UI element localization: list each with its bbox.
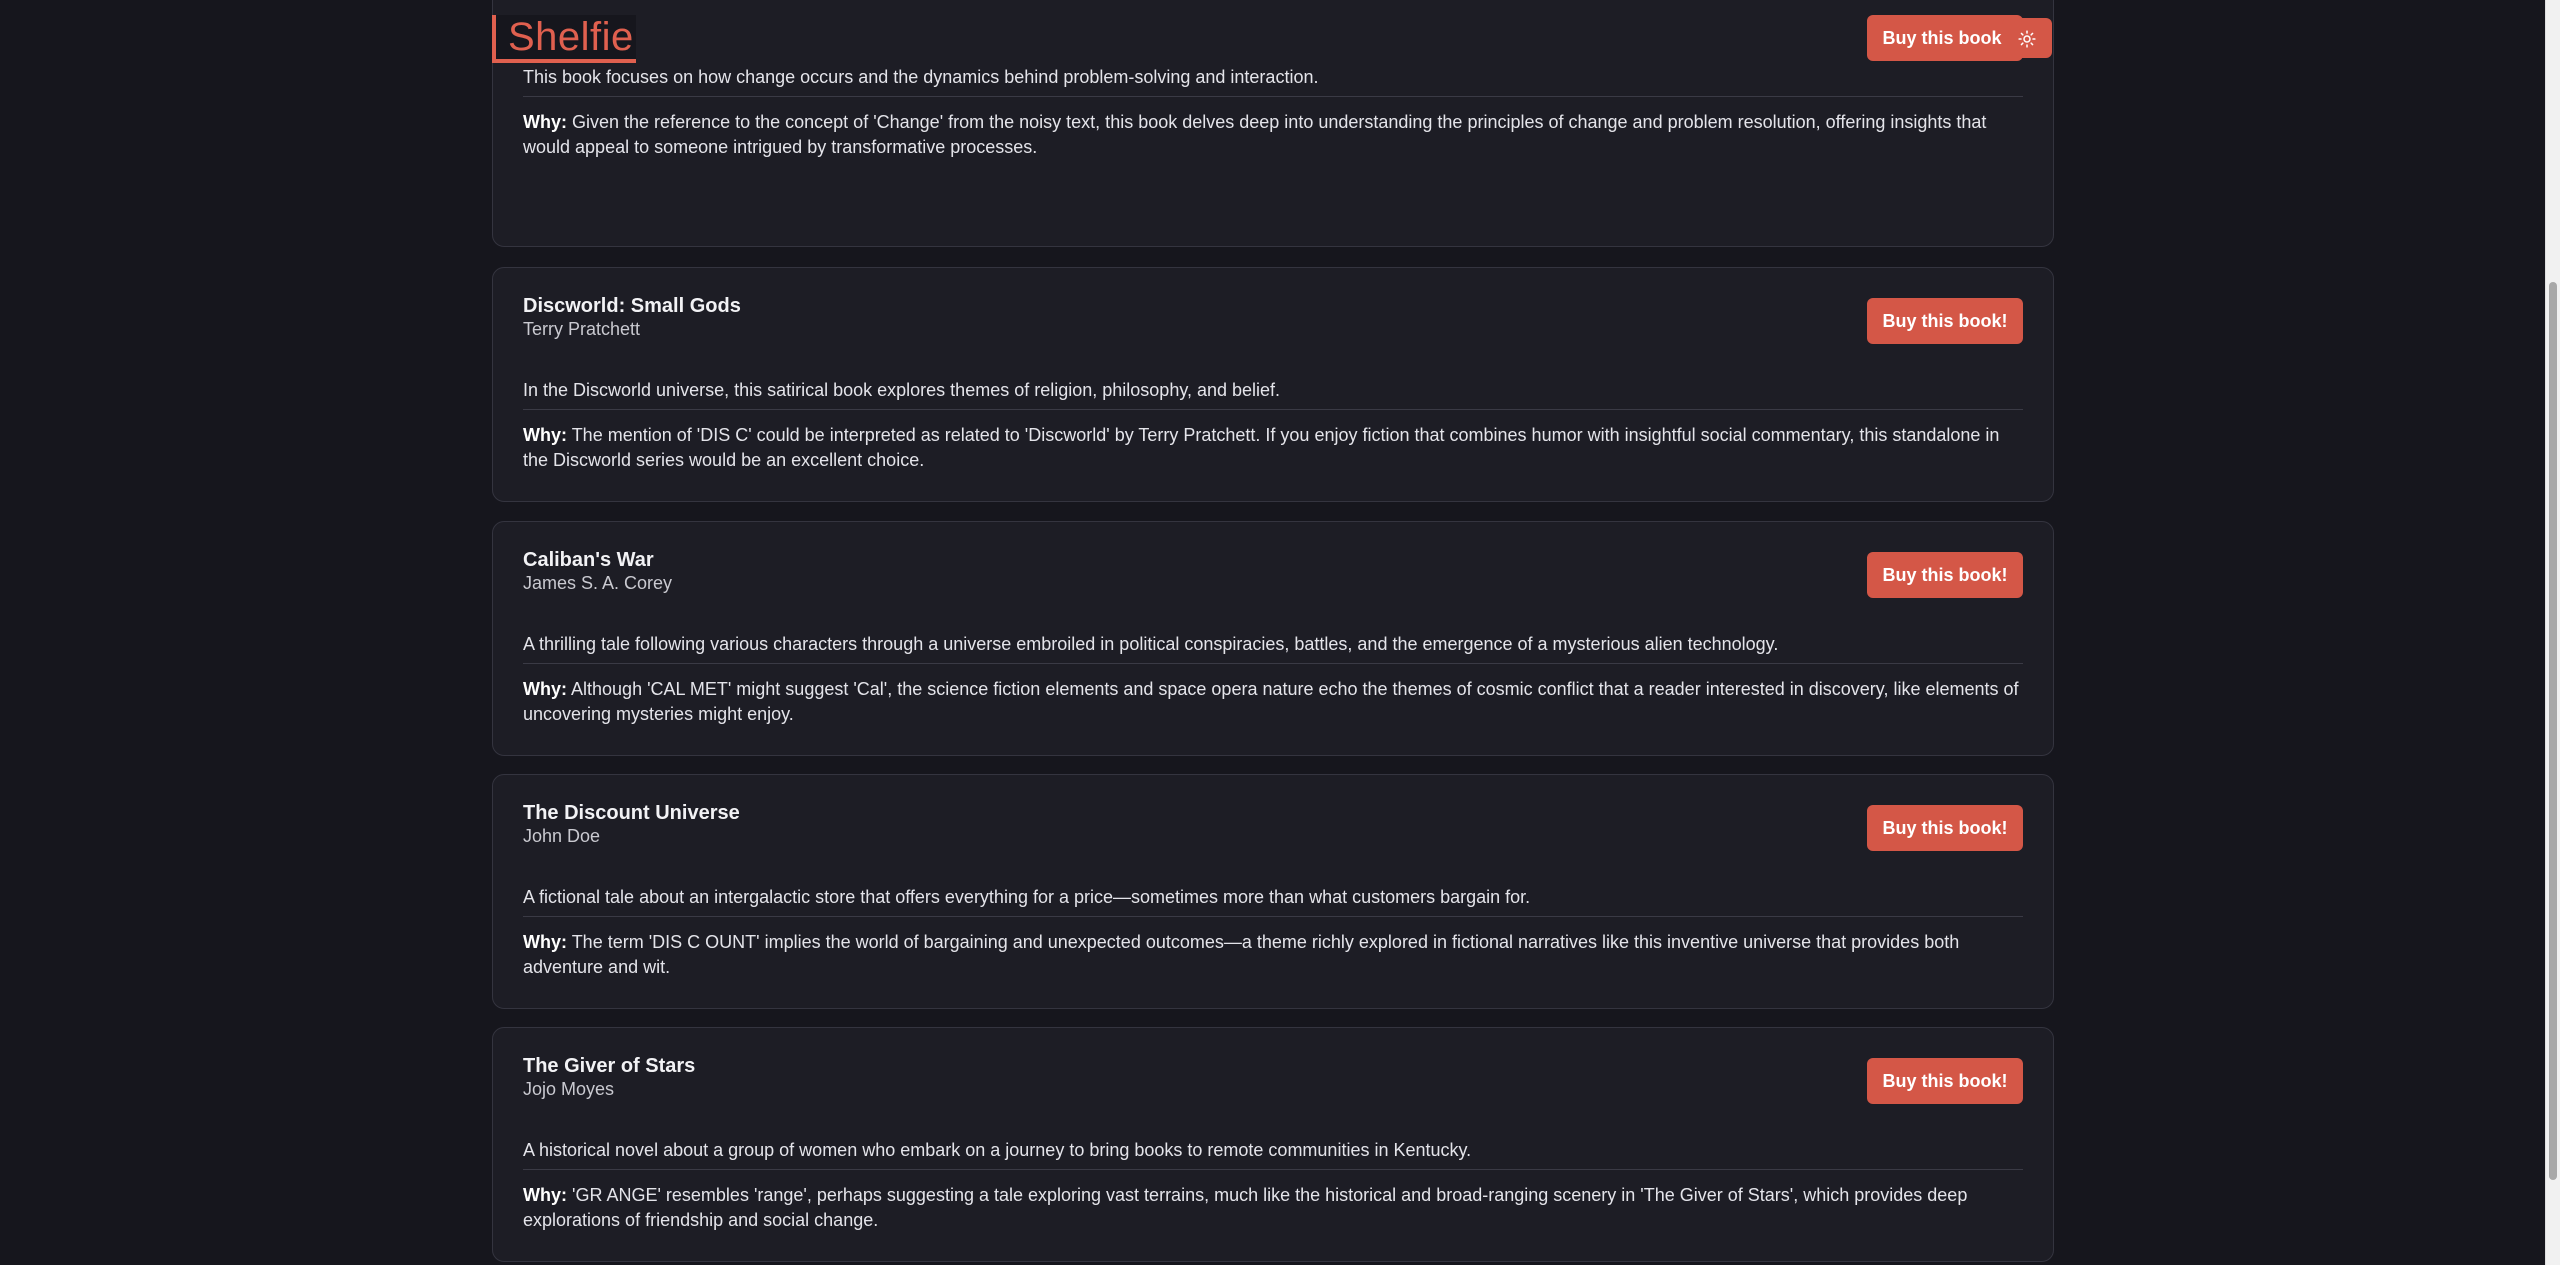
page: Shelfie Buy this book! This book focuses…: [0, 0, 2560, 1265]
book-card: The Discount Universe John Doe Buy this …: [492, 774, 2054, 1009]
divider: [523, 409, 2023, 410]
book-why: Why: Given the reference to the concept …: [523, 110, 2023, 160]
scrollbar[interactable]: [2545, 0, 2560, 1265]
book-title: Discworld: Small Gods: [523, 295, 741, 317]
why-label: Why:: [523, 932, 567, 952]
logo[interactable]: Shelfie: [492, 15, 636, 63]
why-text: 'GR ANGE' resembles 'range', perhaps sug…: [523, 1185, 1968, 1230]
why-text: The mention of 'DIS C' could be interpre…: [523, 425, 2000, 470]
book-card: Caliban's War James S. A. Corey Buy this…: [492, 521, 2054, 756]
scrollbar-thumb[interactable]: [2549, 282, 2557, 1180]
book-author: John Doe: [523, 826, 601, 846]
book-description: A thrilling tale following various chara…: [523, 634, 1779, 654]
buy-book-button[interactable]: Buy this book!: [1867, 552, 2023, 598]
buy-book-button[interactable]: Buy this book!: [1867, 805, 2023, 851]
book-description: In the Discworld universe, this satirica…: [523, 380, 1281, 400]
book-header: The Giver of Stars Jojo Moyes: [523, 1054, 695, 1100]
book-card: The Giver of Stars Jojo Moyes Buy this b…: [492, 1027, 2054, 1262]
book-header: Discworld: Small Gods Terry Pratchett: [523, 294, 741, 340]
why-label: Why:: [523, 1185, 567, 1205]
divider: [523, 96, 2023, 97]
sun-icon: [2018, 25, 2036, 50]
buy-book-button[interactable]: Buy this book!: [1867, 1058, 2023, 1104]
book-description: This book focuses on how change occurs a…: [523, 67, 1319, 87]
why-label: Why:: [523, 679, 567, 699]
book-why: Why: 'GR ANGE' resembles 'range', perhap…: [523, 1183, 2023, 1233]
why-text: Although 'CAL MET' might suggest 'Cal', …: [523, 679, 2019, 724]
book-description: A historical novel about a group of wome…: [523, 1140, 1472, 1160]
book-author: Terry Pratchett: [523, 319, 641, 339]
book-header: Caliban's War James S. A. Corey: [523, 548, 672, 594]
why-label: Why:: [523, 112, 567, 132]
buy-book-button[interactable]: Buy this book!: [1867, 15, 2023, 61]
book-why: Why: The term 'DIS C OUNT' implies the w…: [523, 930, 2023, 980]
why-label: Why:: [523, 425, 567, 445]
book-title: The Discount Universe: [523, 802, 740, 824]
divider: [523, 1169, 2023, 1170]
book-why: Why: Although 'CAL MET' might suggest 'C…: [523, 677, 2023, 727]
book-card: Buy this book! This book focuses on how …: [492, 0, 2054, 247]
divider: [523, 916, 2023, 917]
book-card: Discworld: Small Gods Terry Pratchett Bu…: [492, 267, 2054, 502]
book-author: Jojo Moyes: [523, 1079, 615, 1099]
book-description: A fictional tale about an intergalactic …: [523, 887, 1531, 907]
book-why: Why: The mention of 'DIS C' could be int…: [523, 423, 2023, 473]
book-title: Caliban's War: [523, 549, 654, 571]
book-title: The Giver of Stars: [523, 1055, 696, 1077]
buy-book-button[interactable]: Buy this book!: [1867, 298, 2023, 344]
book-author: James S. A. Corey: [523, 573, 673, 593]
theme-toggle-button[interactable]: [2002, 18, 2052, 58]
why-text: Given the reference to the concept of 'C…: [523, 112, 1987, 157]
why-text: The term 'DIS C OUNT' implies the world …: [523, 932, 1960, 977]
divider: [523, 663, 2023, 664]
book-header: The Discount Universe John Doe: [523, 801, 740, 847]
